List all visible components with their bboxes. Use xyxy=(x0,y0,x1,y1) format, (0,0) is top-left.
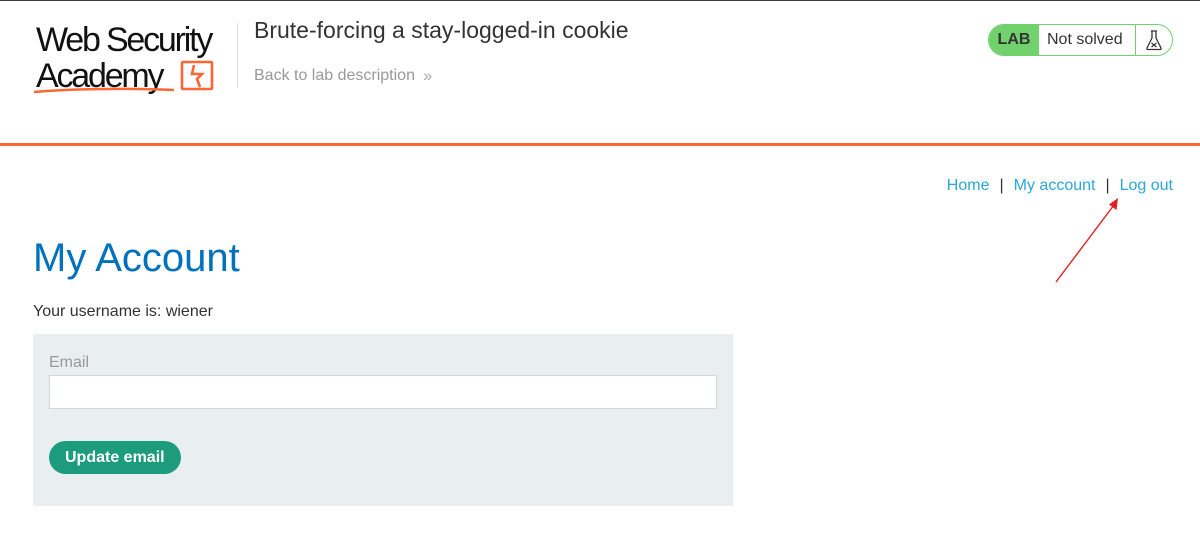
nav-home-link[interactable]: Home xyxy=(947,177,990,195)
back-to-lab-description-link[interactable]: Back to lab description ›› xyxy=(254,66,432,86)
update-email-button[interactable]: Update email xyxy=(49,441,181,474)
flask-icon xyxy=(1136,25,1172,55)
email-field[interactable] xyxy=(49,375,717,409)
page-title: My Account xyxy=(33,236,240,280)
double-chevron-right-icon: ›› xyxy=(422,66,432,85)
annotation-arrow xyxy=(1055,198,1118,283)
change-email-form: Email Update email xyxy=(33,334,733,506)
logo-text-line1: Web Security xyxy=(36,21,213,59)
back-link-label: Back to lab description xyxy=(254,67,415,84)
logo-graphic: Web Security Academy xyxy=(34,21,216,95)
lab-status-widget: LAB Not solved xyxy=(988,24,1173,56)
email-label: Email xyxy=(49,354,90,371)
lab-title: Brute-forcing a stay-logged-in cookie xyxy=(254,17,629,43)
username-line: Your username is: wiener xyxy=(33,303,213,320)
lab-badge: LAB xyxy=(989,25,1039,55)
academy-header: Web Security Academy Brute-forcing a sta… xyxy=(0,1,1200,143)
lab-status-text: Not solved xyxy=(1039,25,1136,55)
nav-separator: | xyxy=(999,177,1004,194)
logo-divider xyxy=(237,23,238,88)
header-divider xyxy=(0,143,1200,146)
